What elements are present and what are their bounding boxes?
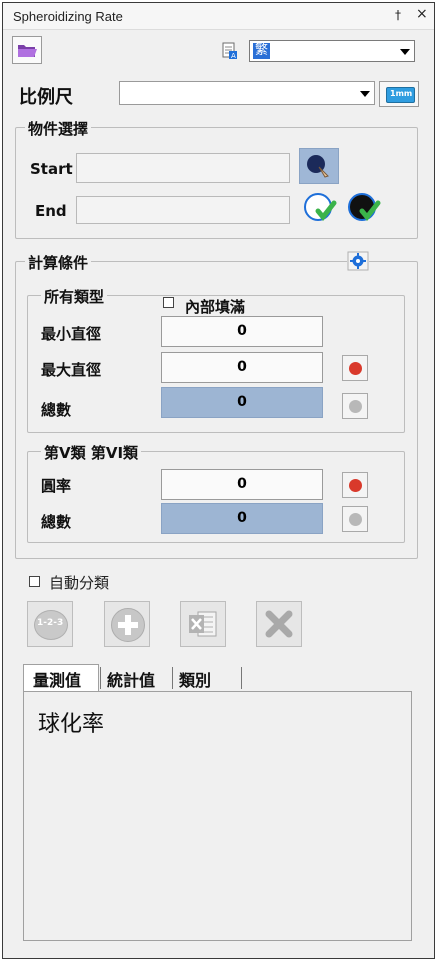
roundness-red-button[interactable] [342, 472, 368, 498]
all-types-legend: 所有類型 [41, 286, 108, 307]
tab-measurement[interactable]: 量測值 [33, 667, 81, 691]
circle-check-outline-icon [304, 193, 337, 221]
pick-object-button[interactable] [299, 148, 339, 184]
scale-select[interactable] [119, 81, 375, 105]
pin-icon[interactable]: † [395, 8, 401, 22]
x-icon [265, 610, 293, 638]
all-total-gray-button[interactable] [342, 393, 368, 419]
svg-text:A: A [231, 52, 236, 60]
circle-check-filled-icon [348, 193, 381, 221]
chevron-down-icon [400, 49, 410, 55]
gear-icon [347, 251, 369, 271]
tab-category[interactable]: 類別 [179, 667, 211, 691]
all-total-label: 總數 [41, 401, 72, 419]
max-diameter-field[interactable]: 0 [161, 352, 323, 383]
min-diameter-label: 最小直徑 [41, 325, 102, 343]
window-title: Spheroidizing Rate [13, 9, 123, 24]
fill-checkbox[interactable] [163, 297, 174, 308]
calc-settings-button[interactable] [347, 251, 369, 271]
language-select[interactable]: 繁 [249, 40, 415, 62]
end-label: End [35, 202, 67, 220]
language-icon[interactable]: A [219, 41, 239, 61]
close-icon[interactable]: × [416, 6, 428, 22]
auto-classify-checkbox[interactable] [29, 576, 40, 587]
min-diameter-field[interactable]: 0 [161, 316, 323, 347]
max-diameter-red-button[interactable] [342, 355, 368, 381]
max-diameter-label: 最大直徑 [41, 361, 102, 379]
plus-circle-icon [111, 608, 145, 642]
roundness-field[interactable]: 0 [161, 469, 323, 500]
chevron-down-icon [360, 91, 370, 97]
content-heading: 球化率 [38, 712, 105, 737]
spheroidizing-panel: Spheroidizing Rate † × A 繁 比例尺 1mm 物件選擇 [2, 2, 435, 959]
type56-total-field: 0 [161, 503, 323, 534]
red-dot-icon [349, 362, 362, 375]
pick-object-icon [307, 155, 329, 178]
title-bar: Spheroidizing Rate † × [3, 3, 434, 30]
excel-icon [189, 611, 217, 637]
roundness-label: 圓率 [41, 477, 72, 495]
ruler-text: 1mm [390, 89, 413, 98]
start-field[interactable] [76, 153, 290, 183]
type56-total-label: 總數 [41, 513, 72, 531]
folder-open-icon [18, 45, 37, 57]
red-dot-icon [349, 479, 362, 492]
all-total-field: 0 [161, 387, 323, 418]
select-filled-button[interactable] [345, 190, 385, 226]
calc-legend: 計算條件 [25, 252, 92, 273]
end-field[interactable] [76, 196, 290, 224]
auto-classify-label: 自動分類 [49, 574, 110, 592]
ruler-button[interactable]: 1mm [379, 81, 419, 107]
gray-dot-icon [349, 400, 362, 413]
open-file-button[interactable] [12, 36, 42, 64]
type56-legend: 第V類 第VI類 [41, 442, 142, 463]
select-outline-button[interactable] [301, 190, 339, 226]
language-value: 繁 [253, 43, 271, 59]
fill-label: 內部填滿 [185, 298, 246, 316]
number-icon-text: 1-2-3 [37, 618, 64, 628]
export-excel-button[interactable] [180, 601, 226, 647]
delete-button[interactable] [256, 601, 302, 647]
number-icon: 1-2-3 [34, 610, 68, 640]
number-button[interactable]: 1-2-3 [27, 601, 73, 647]
object-select-legend: 物件選擇 [25, 118, 92, 139]
start-label: Start [30, 160, 73, 178]
tab-statistics[interactable]: 統計值 [107, 667, 155, 691]
gray-dot-icon [349, 513, 362, 526]
scale-label: 比例尺 [19, 87, 73, 108]
tab-content: 球化率 [23, 691, 412, 941]
add-button[interactable] [104, 601, 150, 647]
type56-total-gray-button[interactable] [342, 506, 368, 532]
ruler-icon: 1mm [386, 87, 415, 103]
